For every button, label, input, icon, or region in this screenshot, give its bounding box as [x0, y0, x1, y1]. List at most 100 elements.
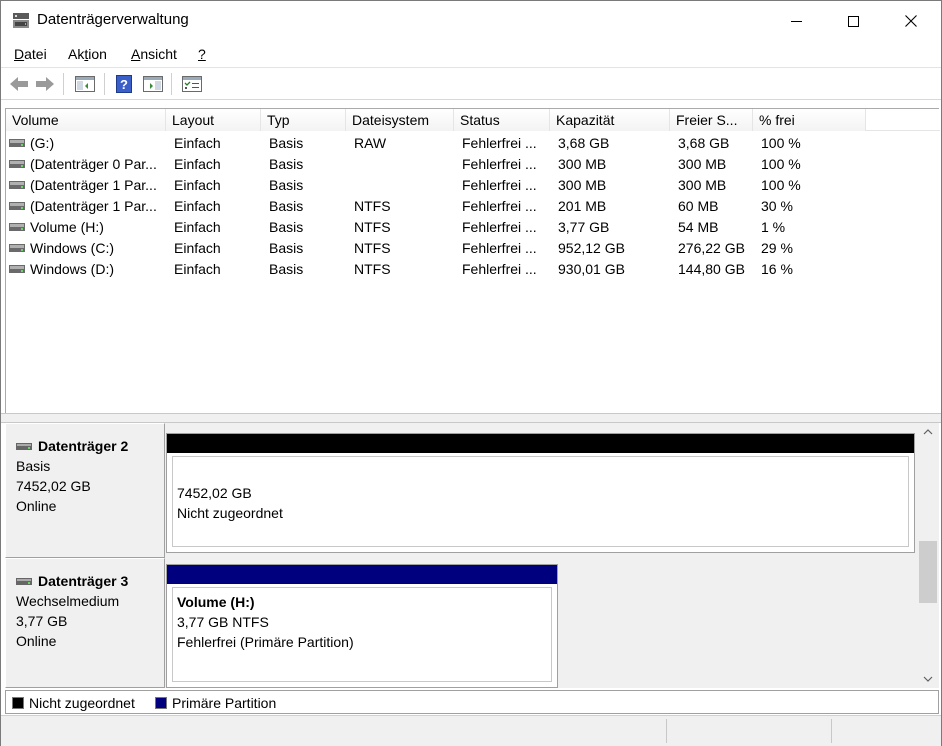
column-header-status[interactable]: Status	[454, 109, 550, 131]
volume-drive-icon	[9, 265, 25, 273]
cell-freier-speicher: 3,68 GB	[678, 135, 730, 151]
table-row[interactable]: (Datenträger 1 Par... Einfach Basis NTFS Feh…	[6, 196, 940, 217]
menu-help-accelerator: ?	[198, 46, 206, 62]
partition-size-fs: 3,77 GB NTFS	[177, 614, 269, 630]
legend-item-primary-partition: Primäre Partition	[155, 695, 276, 711]
disk-state: Online	[16, 498, 57, 514]
cell-layout: Einfach	[174, 240, 221, 256]
cell-layout: Einfach	[174, 198, 221, 214]
menu-aktion[interactable]: Aktion	[68, 46, 107, 62]
menu-aktion-prefix: Ak	[68, 46, 85, 62]
menu-aktion-label: ion	[88, 46, 107, 62]
status-bar	[1, 715, 941, 746]
table-row[interactable]: Windows (D:) Einfach Basis NTFS Fehlerfrei .…	[6, 259, 940, 280]
cell-dateisystem: NTFS	[354, 261, 391, 277]
cell-dateisystem: NTFS	[354, 240, 391, 256]
cell-typ: Basis	[269, 135, 304, 151]
forward-arrow-icon	[36, 77, 54, 91]
partition-title: Volume (H:)	[177, 594, 255, 610]
back-arrow-icon	[10, 77, 28, 91]
volume-drive-icon	[9, 160, 25, 168]
close-button[interactable]	[882, 1, 940, 41]
back-button[interactable]	[8, 73, 30, 95]
volume-drive-icon	[9, 139, 25, 147]
scroll-thumb[interactable]	[919, 541, 937, 603]
disk-title: Datenträger 2	[16, 436, 164, 456]
partition-status: Fehlerfrei (Primäre Partition)	[177, 634, 354, 650]
table-row[interactable]: (Datenträger 0 Par... Einfach Basis Fehlerf…	[6, 154, 940, 175]
cell-prozent-frei: 16 %	[761, 261, 793, 277]
cell-status: Fehlerfrei ...	[462, 156, 537, 172]
legend-label: Primäre Partition	[172, 695, 277, 711]
column-header-typ[interactable]: Typ	[261, 109, 346, 131]
column-header-volume[interactable]: Volume	[6, 109, 166, 131]
disk-pane-scrollbar[interactable]	[917, 423, 939, 688]
cell-freier-speicher: 60 MB	[678, 198, 719, 214]
cell-layout: Einfach	[174, 135, 221, 151]
volume-drive-icon	[9, 202, 25, 210]
toolbar-separator	[63, 73, 64, 95]
disk-type: Wechselmedium	[16, 593, 120, 609]
menu-datei[interactable]: Datei	[14, 46, 47, 62]
show-hide-console-tree-icon	[75, 76, 95, 92]
disk-management-window: Datenträgerverwaltung Datei Aktion Ansic…	[0, 0, 942, 746]
cell-prozent-frei: 100 %	[761, 156, 801, 172]
cell-prozent-frei: 30 %	[761, 198, 793, 214]
disk-label-datentraeger-2[interactable]: Datenträger 2 Basis 7452,02 GB Online	[5, 423, 165, 558]
partition-unallocated[interactable]: 7452,02 GB Nicht zugeordnet	[166, 433, 915, 553]
scroll-down-button[interactable]	[917, 670, 939, 688]
scroll-up-button[interactable]	[917, 423, 939, 441]
disk-size: 3,77 GB	[16, 613, 68, 629]
cell-freier-speicher: 144,80 GB	[678, 261, 745, 277]
menu-help[interactable]: ?	[198, 46, 206, 62]
cell-dateisystem: NTFS	[354, 219, 391, 235]
close-icon	[905, 15, 917, 27]
disk-graphical-view: Datenträger 2 Basis 7452,02 GB Online 74…	[5, 423, 917, 688]
show-hide-console-tree-button[interactable]	[74, 73, 96, 95]
partition-body: Volume (H:) 3,77 GB NTFS Fehlerfrei (Pri…	[172, 587, 552, 682]
volume-list[interactable]: Volume Layout Typ Dateisystem Status Kap…	[5, 108, 940, 413]
cell-status: Fehlerfrei ...	[462, 261, 537, 277]
column-header-freier-speicher[interactable]: Freier S...	[670, 109, 753, 131]
table-row[interactable]: Windows (C:) Einfach Basis NTFS Fehlerfrei .…	[6, 238, 940, 259]
cell-status: Fehlerfrei ...	[462, 177, 537, 193]
cell-typ: Basis	[269, 198, 304, 214]
properties-icon	[182, 76, 202, 92]
cell-kapazitaet: 201 MB	[558, 198, 607, 214]
cell-freier-speicher: 300 MB	[678, 156, 727, 172]
cell-layout: Einfach	[174, 177, 221, 193]
column-header-prozent-frei[interactable]: % frei	[753, 109, 866, 131]
disk-state: Online	[16, 633, 57, 649]
disk-label-datentraeger-3[interactable]: Datenträger 3 Wechselmedium 3,77 GB Onli…	[5, 558, 165, 688]
cell-prozent-frei: 100 %	[761, 135, 801, 151]
help-button[interactable]: ?	[113, 73, 135, 95]
cell-status: Fehlerfrei ...	[462, 198, 537, 214]
column-header-dateisystem[interactable]: Dateisystem	[346, 109, 454, 131]
menu-bar: Datei Aktion Ansicht ?	[1, 42, 941, 68]
column-header-kapazitaet[interactable]: Kapazität	[550, 109, 670, 131]
title-bar[interactable]: Datenträgerverwaltung	[1, 1, 941, 41]
volume-rows: (G:) Einfach Basis RAW Fehlerfrei ... 3,68 GB…	[6, 133, 940, 280]
pane-splitter[interactable]	[1, 413, 941, 423]
show-action-pane-button[interactable]	[142, 73, 164, 95]
minimize-button[interactable]	[767, 1, 825, 41]
table-row[interactable]: (Datenträger 1 Par... Einfach Basis Fehlerf…	[6, 175, 940, 196]
cell-layout: Einfach	[174, 156, 221, 172]
maximize-button[interactable]	[824, 1, 882, 41]
table-row[interactable]: (G:) Einfach Basis RAW Fehlerfrei ... 3,68 GB…	[6, 133, 940, 154]
toolbar: ?	[1, 68, 941, 100]
properties-button[interactable]	[181, 73, 203, 95]
forward-button[interactable]	[34, 73, 56, 95]
partition-volume-h[interactable]: Volume (H:) 3,77 GB NTFS Fehlerfrei (Pri…	[166, 564, 558, 688]
cell-volume: (G:)	[30, 135, 55, 151]
window-title: Datenträgerverwaltung	[37, 11, 189, 28]
legend-swatch-unallocated	[12, 697, 24, 709]
cell-volume: Windows (C:)	[30, 240, 115, 256]
partition-bar-primary	[167, 565, 557, 584]
cell-kapazitaet: 3,77 GB	[558, 219, 610, 235]
table-row[interactable]: Volume (H:) Einfach Basis NTFS Fehlerfrei ..…	[6, 217, 940, 238]
legend: Nicht zugeordnet Primäre Partition	[5, 690, 939, 714]
menu-ansicht[interactable]: Ansicht	[131, 46, 177, 62]
column-header-layout[interactable]: Layout	[166, 109, 261, 131]
menu-datei-label: atei	[24, 46, 47, 62]
